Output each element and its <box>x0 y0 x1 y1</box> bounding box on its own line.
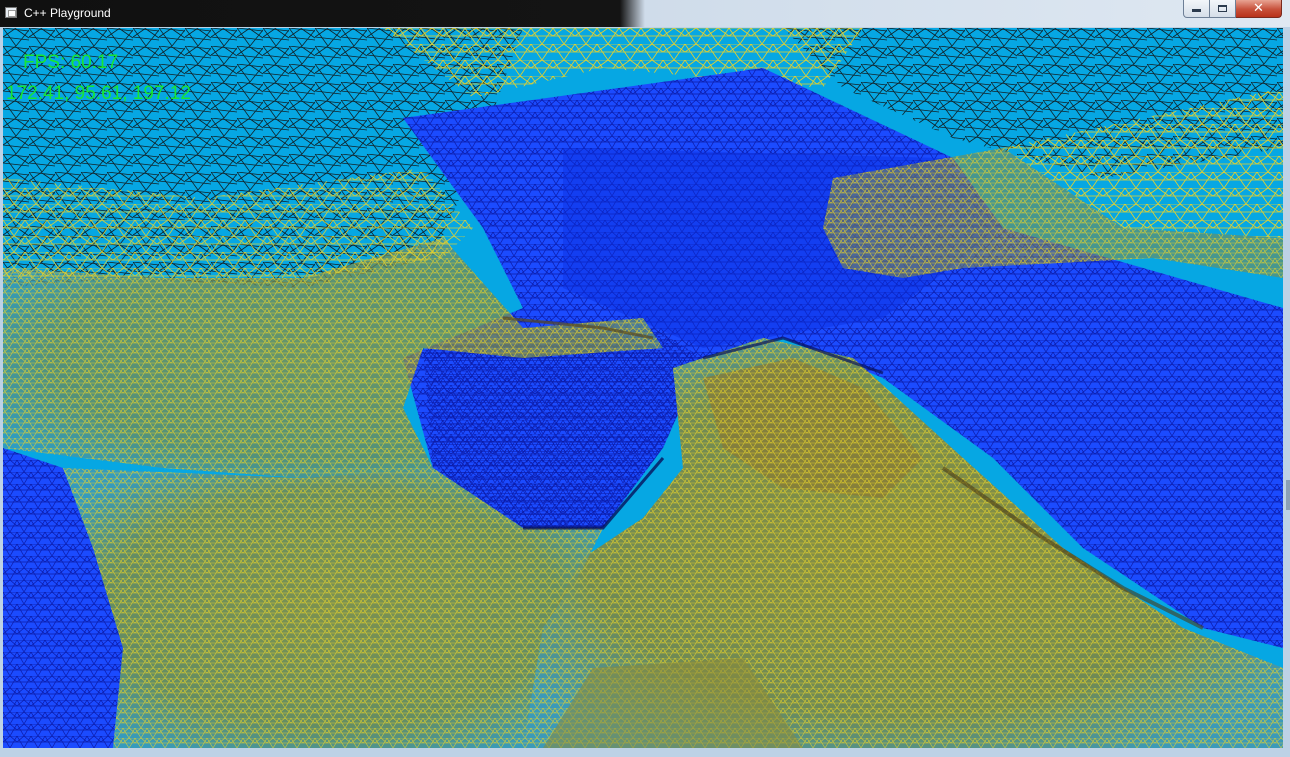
minimize-button[interactable] <box>1183 0 1210 18</box>
maximize-icon <box>1218 5 1227 12</box>
minimize-icon <box>1192 9 1201 12</box>
terrain-render <box>3 28 1283 748</box>
title-bar[interactable]: C++ Playground ✕ <box>0 0 1290 27</box>
app-window: C++ Playground ✕ FPS: 60.17 172.41, 95.6… <box>0 0 1290 757</box>
render-viewport[interactable]: FPS: 60.17 172.41, 95.61, 197.12 <box>3 28 1283 748</box>
window-title: C++ Playground <box>24 6 111 20</box>
fps-counter: FPS: 60.17 <box>23 52 119 73</box>
console-window-icon[interactable] <box>5 7 17 18</box>
maximize-button[interactable] <box>1210 0 1236 18</box>
close-icon: ✕ <box>1253 1 1264 16</box>
camera-position-readout: 172.41, 95.61, 197.12 <box>6 83 191 104</box>
window-resize-edge[interactable] <box>1286 480 1290 510</box>
window-controls: ✕ <box>1183 0 1282 20</box>
close-button[interactable]: ✕ <box>1236 0 1282 18</box>
